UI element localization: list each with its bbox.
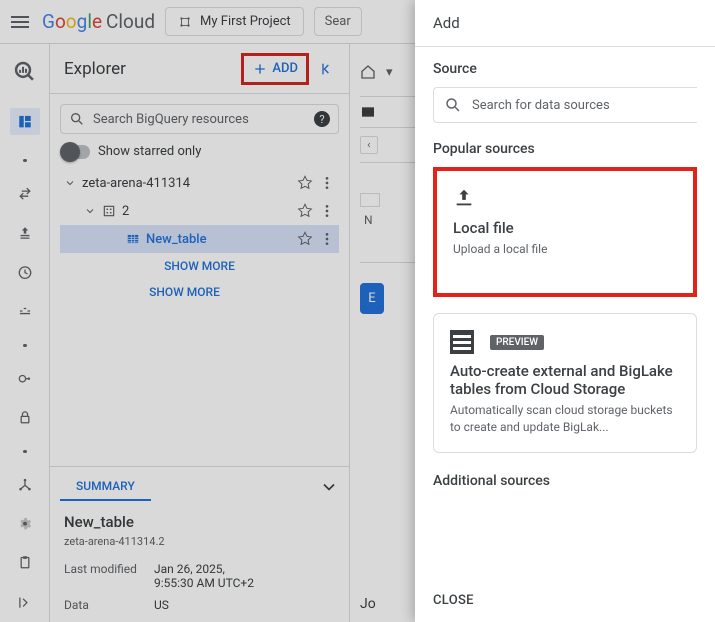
nav-schedule-icon[interactable] <box>16 226 34 241</box>
tree-table-row[interactable]: New_table <box>60 225 339 253</box>
bigquery-icon[interactable] <box>11 60 39 84</box>
table-icon <box>126 232 140 246</box>
show-more-project[interactable]: SHOW MORE <box>60 279 339 305</box>
nav-history-icon[interactable] <box>16 265 34 280</box>
nav-dot <box>23 450 27 453</box>
data-key: Data <box>64 598 144 612</box>
biglake-title: Auto-create external and BigLake tables … <box>450 362 680 398</box>
source-search-placeholder: Search for data sources <box>472 98 610 113</box>
drawer-title: Add <box>415 0 715 46</box>
last-modified-val2: 9:55:30 AM UTC+2 <box>154 576 254 590</box>
search-icon <box>444 96 462 114</box>
add-drawer: Add Source Search for data sources Popul… <box>415 0 715 622</box>
tree-dataset-row[interactable]: 2 <box>60 197 339 225</box>
list-icon <box>450 330 474 354</box>
table-icon <box>360 104 376 120</box>
nav-lock-icon[interactable] <box>16 410 34 425</box>
top-search[interactable]: Sear <box>314 7 362 36</box>
show-more-dataset[interactable]: SHOW MORE <box>60 253 339 279</box>
biglake-desc: Automatically scan cloud storage buckets… <box>450 402 680 436</box>
chevron-down-icon <box>84 205 96 217</box>
starred-label: Show starred only <box>98 144 201 159</box>
more-icon[interactable] <box>319 175 335 191</box>
upload-icon <box>453 187 475 209</box>
star-icon[interactable] <box>297 203 313 219</box>
summary-tab[interactable]: SUMMARY <box>60 473 151 501</box>
edit-button[interactable]: E <box>360 283 384 314</box>
nav-dot <box>23 159 27 162</box>
explorer-search[interactable]: Search BigQuery resources ? <box>60 104 339 134</box>
add-button[interactable]: ADD <box>241 53 309 85</box>
close-button[interactable]: CLOSE <box>433 593 474 608</box>
project-icon <box>178 15 192 29</box>
nav-transfer-icon[interactable] <box>16 186 34 201</box>
more-icon[interactable] <box>319 231 335 247</box>
job-label: Jo <box>360 596 376 612</box>
chevron-left-icon[interactable] <box>360 136 378 154</box>
project-selector[interactable]: My First Project <box>165 7 304 36</box>
star-icon[interactable] <box>297 175 313 191</box>
plus-icon <box>252 61 268 77</box>
data-val: US <box>154 598 169 612</box>
add-label: ADD <box>272 61 298 76</box>
menu-icon[interactable] <box>8 10 32 34</box>
last-modified-key: Last modified <box>64 562 144 590</box>
explorer-title: Explorer <box>64 59 126 79</box>
home-icon[interactable] <box>360 64 376 80</box>
help-icon[interactable]: ? <box>314 111 330 127</box>
nav-share-icon[interactable] <box>16 477 34 492</box>
nav-bi-icon[interactable] <box>16 371 34 386</box>
starred-toggle[interactable] <box>62 145 90 159</box>
star-icon[interactable] <box>297 231 313 247</box>
source-label: Source <box>433 61 697 77</box>
nav-capacity-icon[interactable] <box>16 304 34 319</box>
collapse-panel-icon[interactable] <box>319 61 335 77</box>
last-modified-val1: Jan 26, 2025, <box>154 562 254 576</box>
tree-project-row[interactable]: zeta-arena-411314 <box>60 169 339 197</box>
nav-clipboard-icon[interactable] <box>16 555 34 570</box>
local-file-desc: Upload a local file <box>453 241 677 258</box>
project-label: My First Project <box>200 14 291 29</box>
left-nav <box>0 44 50 622</box>
nav-settings-icon[interactable] <box>16 516 34 531</box>
nav-expand-icon[interactable] <box>16 595 34 610</box>
more-icon[interactable] <box>319 203 335 219</box>
nav-dot <box>23 344 27 347</box>
source-search[interactable]: Search for data sources <box>433 87 697 123</box>
explorer-search-placeholder: Search BigQuery resources <box>93 112 306 127</box>
search-icon <box>69 111 85 127</box>
nav-workspace-icon[interactable] <box>10 108 40 135</box>
summary-table-path: zeta-arena-411314.2 <box>64 535 335 548</box>
local-file-title: Local file <box>453 219 677 237</box>
chevron-down-icon <box>64 177 76 189</box>
popular-sources-label: Popular sources <box>433 141 697 157</box>
chevron-down-icon[interactable] <box>319 477 339 497</box>
google-cloud-logo: Google Cloud <box>42 10 155 33</box>
preview-badge: PREVIEW <box>490 335 544 350</box>
summary-table-name: New_table <box>64 513 335 531</box>
additional-sources-label: Additional sources <box>433 473 697 489</box>
dataset-icon <box>102 204 116 218</box>
biglake-card[interactable]: PREVIEW Auto-create external and BigLake… <box>433 313 697 453</box>
local-file-card[interactable]: Local file Upload a local file <box>433 167 697 297</box>
